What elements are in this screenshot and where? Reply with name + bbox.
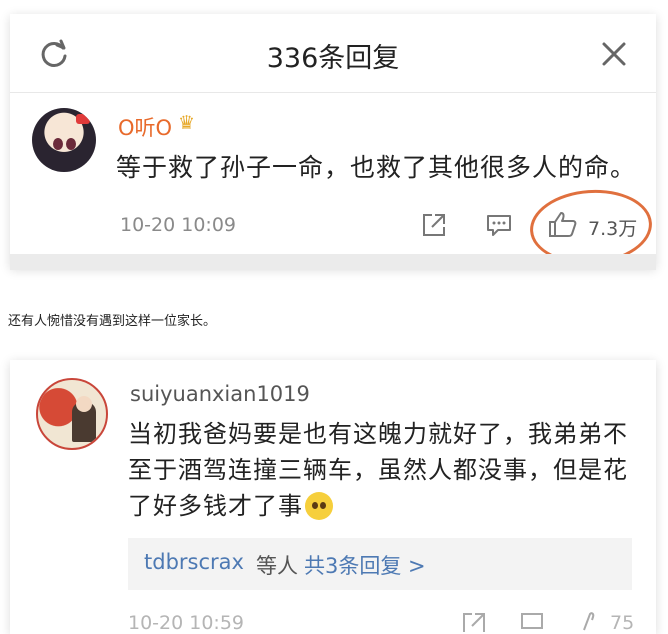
comment-username[interactable]: O听O: [118, 112, 172, 142]
comment-timestamp: 10-20 10:09: [120, 214, 237, 236]
comment-username[interactable]: suiyuanxian1019: [130, 382, 310, 406]
reply-connector: 等人: [256, 554, 298, 578]
reply-panel: 336条回复 O听O ♛ 等于救了孙子一命，也救了其他很多人的命。 10-20 …: [10, 14, 656, 269]
like-icon[interactable]: [578, 610, 602, 632]
comment-icon[interactable]: [486, 212, 512, 238]
caption-text: 还有人惋惜没有遇到这样一位家长。: [8, 314, 217, 329]
close-icon[interactable]: [598, 38, 630, 70]
like-count: 75: [610, 612, 635, 634]
comment-text: 等于救了孙子一命，也救了其他很多人的命。: [116, 153, 637, 182]
comment-text-body: 当初我爸妈要是也有这魄力就好了，我弟弟不至于酒驾连撞三辆车，虽然人都没事，但是花…: [128, 420, 628, 520]
comment-icon[interactable]: [520, 612, 544, 632]
view-replies-link[interactable]: 共3条回复 >: [304, 550, 426, 580]
comment-card: suiyuanxian1019 当初我爸妈要是也有这魄力就好了，我弟弟不至于酒驾…: [10, 360, 656, 634]
user-avatar[interactable]: [32, 108, 96, 172]
share-icon[interactable]: [421, 212, 447, 238]
tearful-emoji-icon: [305, 492, 333, 520]
comment-timestamp: 10-20 10:59: [128, 612, 245, 634]
crown-icon: ♛: [178, 112, 196, 134]
share-icon[interactable]: [462, 612, 486, 632]
reply-panel-header: 336条回复: [10, 14, 656, 93]
divider-band: [10, 254, 656, 270]
reply-count-title: 336条回复: [266, 43, 400, 74]
reply-usernames[interactable]: tdbrscrax: [144, 550, 244, 574]
comment-text: 当初我爸妈要是也有这魄力就好了，我弟弟不至于酒驾连撞三辆车，虽然人都没事，但是花…: [128, 416, 638, 524]
replies-preview[interactable]: tdbrscrax 等人 共3条回复 >: [128, 538, 632, 590]
user-avatar[interactable]: [36, 378, 108, 450]
